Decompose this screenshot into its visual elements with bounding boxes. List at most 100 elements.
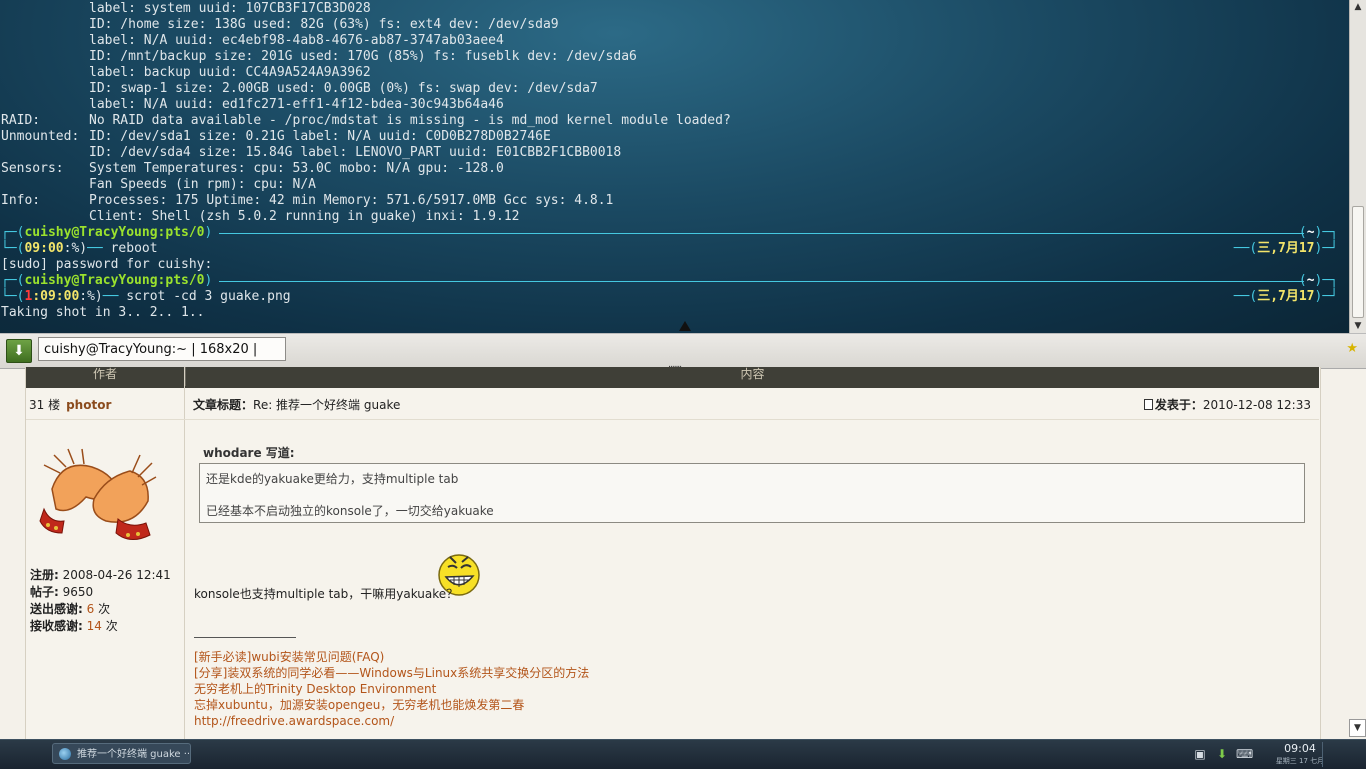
add-tab-button[interactable]: ⬇ bbox=[6, 339, 32, 363]
terminal-line: ID: /dev/sda4 size: 15.84G label: LENOVO… bbox=[1, 145, 1346, 161]
post-icon[interactable] bbox=[1143, 399, 1153, 410]
prompt-decoration: )─┐ bbox=[1314, 273, 1338, 288]
chevron-down-icon: ▼ bbox=[1354, 723, 1361, 733]
guake-tab-bar: ⬇ cuishy@TracyYoung:~ | 168x20 | pts/0 ,… bbox=[0, 333, 1366, 381]
poster-name-link[interactable]: photor bbox=[66, 398, 111, 412]
prompt-decoration: ( bbox=[1298, 273, 1307, 288]
network-icon[interactable]: ⌨ bbox=[1236, 746, 1253, 762]
prompt-user: cuishy@TracyYoung:pts/0 bbox=[24, 273, 205, 288]
stat-value: 2008-04-26 12:41 bbox=[62, 568, 171, 582]
taskbar-window-button[interactable]: 推荐一个好终端 guake ··· bbox=[52, 743, 191, 764]
signature-link[interactable]: 无穷老机上的Trinity Desktop Environment bbox=[194, 681, 589, 697]
quote-line: 已经基本不启动独立的konsole了，一切交给yakuake bbox=[206, 504, 494, 518]
post-floor: 31 楼 photor bbox=[29, 396, 111, 413]
line-text: Fan Speeds (in rpm): cpu: N/A bbox=[89, 177, 316, 192]
user-stats: 注册: 2008-04-26 12:41 帖子: 9650 送出感谢: 6 次 … bbox=[30, 567, 171, 635]
stat-label: 帖子: bbox=[30, 585, 59, 599]
post-meta-row: 31 楼 photor 文章标题：Re: 推荐一个好终端 guake 发表于：20… bbox=[26, 388, 1319, 420]
header-author: 作者 bbox=[92, 367, 117, 381]
terminal-line: label: N/A uuid: ed1fc271-eff1-4f12-bdea… bbox=[1, 97, 1346, 113]
command-text: reboot bbox=[110, 241, 158, 256]
terminal-tab[interactable]: cuishy@TracyYoung:~ | 168x20 | pts/0 bbox=[38, 337, 286, 381]
star-icon[interactable]: ★ bbox=[1346, 341, 1358, 356]
line-text: ID: /dev/sda4 size: 15.84G label: LENOVO… bbox=[89, 145, 622, 160]
line-text: ID: /dev/sda1 size: 0.21G label: N/A uui… bbox=[89, 129, 551, 144]
prompt-cwd: :%) bbox=[79, 289, 103, 304]
stat-thanks-sent: 送出感谢: 6 次 bbox=[30, 601, 171, 618]
prompt-bottom-line: └─(1:09:00:%)── scrot -cd 3 guake.png ──(… bbox=[1, 289, 1346, 305]
prompt-date: 三,7月17 bbox=[1257, 241, 1315, 256]
stat-unit: 次 bbox=[98, 602, 111, 616]
post-title: 文章标题：Re: 推荐一个好终端 guake bbox=[193, 396, 400, 413]
stat-thanks-received: 接收感谢: 14 次 bbox=[30, 618, 171, 635]
mouse-pointer-icon bbox=[679, 321, 691, 331]
line-text: label: system uuid: 107CB3F17CB3D028 bbox=[89, 1, 371, 16]
scrollbar-thumb[interactable] bbox=[1352, 206, 1364, 318]
line-text: label: backup uuid: CC4A9A524A9A3962 bbox=[89, 65, 371, 80]
stat-label: 注册: bbox=[30, 568, 59, 582]
prompt-date: 三,7月17 bbox=[1257, 289, 1315, 304]
prompt-rule bbox=[219, 233, 1304, 234]
stat-link[interactable]: 6 bbox=[87, 602, 95, 616]
clock-time[interactable]: 09:04 bbox=[1270, 742, 1330, 755]
column-divider bbox=[184, 367, 185, 739]
prompt-decoration: ── bbox=[87, 241, 111, 256]
command-text: scrot -cd 3 guake.png bbox=[126, 289, 291, 304]
prompt-decoration: ┌─( bbox=[1, 225, 25, 240]
prompt-right: (~)─┐ bbox=[1299, 273, 1338, 289]
terminal-line: RAID: No RAID data available - /proc/mdst… bbox=[1, 113, 1346, 129]
terminal-line: ID: /home size: 138G used: 82G (63%) fs:… bbox=[1, 17, 1346, 33]
terminal-line: Fan Speeds (in rpm): cpu: N/A bbox=[1, 177, 1346, 193]
task-label: 推荐一个好终端 guake ··· bbox=[77, 749, 191, 760]
stat-value: 9650 bbox=[62, 585, 94, 599]
line-text: No RAID data available - /proc/mdstat is… bbox=[89, 113, 731, 128]
guake-terminal[interactable]: label: system uuid: 107CB3F17CB3D028 ID: … bbox=[0, 0, 1366, 333]
output-line: Taking shot in 3.. 2.. 1.. bbox=[1, 305, 1346, 321]
down-arrow-icon: ⬇ bbox=[13, 343, 25, 359]
terminal-line: Client: Shell (zsh 5.0.2 running in guak… bbox=[1, 209, 1346, 225]
prompt-decoration: └─( bbox=[1, 241, 25, 256]
stat-link[interactable]: 14 bbox=[87, 619, 102, 633]
signature-link[interactable]: 忘掉xubuntu，加源安装opengeu，无穷老机也能焕发第二春 bbox=[194, 697, 589, 713]
terminal-line: label: system uuid: 107CB3F17CB3D028 bbox=[1, 1, 1346, 17]
taskbar-separator bbox=[1322, 742, 1326, 767]
line-text: Client: Shell (zsh 5.0.2 running in guak… bbox=[89, 209, 520, 224]
prompt-decoration: ( bbox=[1298, 225, 1307, 240]
signature-link[interactable]: [分享]装双系统的同学必看——Windows与Linux系统共享交换分区的方法 bbox=[194, 665, 589, 681]
prompt-decoration: ) bbox=[204, 225, 213, 240]
scroll-down-icon[interactable]: ▼ bbox=[1350, 319, 1366, 333]
display-icon[interactable]: ▣ bbox=[1192, 746, 1208, 762]
stat-label: 送出感谢: bbox=[30, 602, 83, 616]
prompt-time: :09:00 bbox=[32, 289, 80, 304]
line-text: label: N/A uuid: ec4ebf98-4ab8-4676-ab87… bbox=[89, 33, 504, 48]
terminal-line: label: N/A uuid: ec4ebf98-4ab8-4676-ab87… bbox=[1, 33, 1346, 49]
signature: [新手必读]wubi安装常见问题(FAQ) [分享]装双系统的同学必看——Win… bbox=[194, 649, 589, 729]
prompt-decoration: )─┐ bbox=[1314, 225, 1338, 240]
sudo-line: [sudo] password for cuishy: bbox=[1, 257, 1346, 273]
page-scroll-down-button[interactable]: ▼ bbox=[1349, 719, 1366, 737]
prompt-top-line: ┌─(cuishy@TracyYoung:pts/0) (~)─┐ bbox=[1, 225, 1346, 241]
posted-time-value: 2010-12-08 12:33 bbox=[1202, 398, 1311, 412]
floor-number: 31 楼 bbox=[29, 398, 61, 412]
download-icon[interactable]: ⬇ bbox=[1214, 746, 1230, 762]
prompt-user: cuishy@TracyYoung:pts/0 bbox=[24, 225, 205, 240]
prompt-decoration: ┌─( bbox=[1, 273, 25, 288]
stat-unit: 次 bbox=[105, 619, 118, 633]
signature-link[interactable]: http://freedrive.awardspace.com/ bbox=[194, 713, 589, 729]
prompt-time: 09:00 bbox=[24, 241, 64, 256]
signature-link[interactable]: [新手必读]wubi安装常见问题(FAQ) bbox=[194, 649, 589, 665]
title-text: Re: 推荐一个好终端 guake bbox=[253, 398, 401, 412]
line-label: Sensors: bbox=[1, 161, 64, 176]
line-label: RAID: bbox=[1, 113, 41, 128]
post-table-header: 作者 内容 bbox=[26, 367, 1319, 388]
browser-icon bbox=[59, 748, 71, 760]
scroll-up-icon[interactable]: ▲ bbox=[1350, 0, 1366, 14]
title-label: 文章标题： bbox=[193, 398, 254, 412]
taskbar: 推荐一个好终端 guake ··· ▣ ⬇ ⌨ 09:04 星期三 17 七月 bbox=[0, 739, 1366, 769]
prompt-top-line: ┌─(cuishy@TracyYoung:pts/0) (~)─┐ bbox=[1, 273, 1346, 289]
sudo-prompt: [sudo] password for cuishy: bbox=[1, 257, 213, 272]
line-text: System Temperatures: cpu: 53.0C mobo: N/… bbox=[89, 161, 504, 176]
quote-box: 还是kde的yakuake更给力，支持multiple tab 已经基本不启动独… bbox=[199, 463, 1305, 523]
clapping-hands-avatar bbox=[39, 448, 157, 540]
terminal-scrollbar[interactable]: ▲ ▼ bbox=[1349, 0, 1366, 333]
